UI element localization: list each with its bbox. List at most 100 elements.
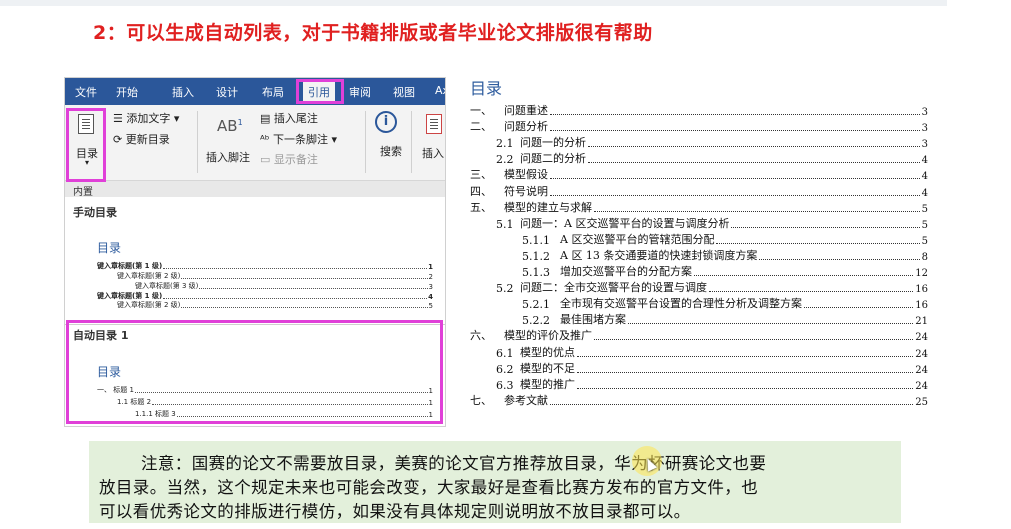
toc-leader-dots [716,242,920,244]
toc-entry-page: 16 [915,284,928,296]
toc-entry-number: 5.1 [496,217,514,231]
tab-file[interactable]: 文件 [75,84,97,100]
toc-entry-page: 5 [921,219,928,231]
toc-entry-page: 21 [915,316,928,328]
manual-toc-line[interactable]: 键入章标题(第 1 级) 4 [97,291,433,301]
toc-entry-text: A 区 13 条交通要道的快速封锁调度方案 [560,248,758,262]
toc-entry-page: 3 [921,139,928,151]
toc-entry[interactable]: 5.1 问题一：A 区交巡警平台的设置与调度分析 5 [496,217,928,231]
toc-entry-page: 4 [921,171,928,183]
toc-entry[interactable]: 6.3 模型的推广 24 [496,378,928,392]
toc-entry-text: 模型的推广 [520,377,575,391]
toc-entry[interactable]: 5.2.1 全市现有交巡警平台设置的合理性分析及调整方案 16 [522,297,928,311]
toc-entry[interactable]: 2.2 问题二的分析 4 [496,152,928,166]
toc-entry-text: 全市现有交巡警平台设置的合理性分析及调整方案 [560,297,802,311]
insert-footnote-button[interactable]: 插入脚注 [206,149,250,165]
top-band [0,0,947,6]
toc-leader-dots [550,178,920,180]
ribbon-body: 目录 ▾ ☰ 添加文字 ▾ ⟳ 更新目录 AB1 插入脚注 ▤ 插入尾注 ᴬᵇ … [65,105,445,181]
toc-entry-text: 问题二的分析 [520,152,586,166]
tab-view[interactable]: 视图 [393,84,415,100]
toc-entry-text: 模型假设 [504,168,548,182]
toc-entry-number: 六、 [470,329,492,343]
manual-toc-line[interactable]: 键入章标题(第 1 级) 1 [97,261,433,271]
toc-leader-dots [759,258,920,260]
toc-leader-dots [628,323,914,325]
toc-leader-dots [731,226,920,228]
toc-entry-page: 25 [915,396,928,408]
toc-entry-number: 2.2 [496,153,514,167]
toc-entry-number: 三、 [470,168,492,182]
toc-entry-page: 16 [915,300,928,312]
tab-more[interactable]: Ax [435,84,445,97]
manual-toc-line[interactable]: 键入章标题(第 2 级) 2 [117,271,433,281]
toc-entry-page: 3 [921,107,928,118]
toc-leader-dots [588,146,920,148]
toc-entry-number: 二、 [470,120,492,134]
manual-toc-title[interactable]: 手动目录 [73,204,117,220]
toc-entry-page: 24 [915,332,928,344]
toc-entry[interactable]: 5.1.3 增加交巡警平台的分配方案 12 [522,265,928,279]
insert-citation-button[interactable]: 插入 [422,145,444,161]
toc-entry[interactable]: 2.1 问题一的分析 3 [496,136,928,150]
toc-leader-dots [550,194,920,196]
manual-toc-line[interactable]: 键入章标题(第 3 级) 3 [135,281,433,291]
toc-entry-number: 6.1 [496,346,514,360]
ribbon-separator [411,111,412,173]
toc-entry[interactable]: 七、 参考文献 25 [470,394,928,408]
tab-home[interactable]: 开始 [116,84,138,100]
toc-entry[interactable]: 六、 模型的评价及推广 24 [470,329,928,343]
toc-entry[interactable]: 5.2 问题二：全市交巡警平台的设置与调度 16 [496,281,928,295]
manual-toc-line[interactable]: 键入章标题(第 2 级) 5 [117,301,433,310]
toc-entry-text: 问题重述 [504,104,548,117]
tab-layout[interactable]: 布局 [262,84,284,100]
toc-entry-number: 5.1.2 [522,249,550,263]
toc-entry[interactable]: 一、 问题重述 3 [470,104,928,118]
tab-design[interactable]: 设计 [216,84,238,100]
manual-toc-heading: 目录 [97,241,122,255]
search-button[interactable]: 搜索 [380,143,402,159]
toc-entry-number: 6.2 [496,362,514,376]
note-line-1: 注意：国赛的论文不需要放目录，美赛的论文官方推荐放目录，华为杯研赛论文也要 [141,454,767,473]
toc-entry-text: 问题一：A 区交巡警平台的设置与调度分析 [520,216,730,230]
toc-entry[interactable]: 5.2.2 最佳围堵方案 21 [522,313,928,327]
toc-entry-page: 24 [915,364,928,376]
toc-entry-page: 24 [915,348,928,360]
toc-entry[interactable]: 6.2 模型的不足 24 [496,362,928,376]
toc-entry-text: 模型的建立与求解 [504,200,592,214]
note-line-2: 放目录。当然，这个规定未来也可能会改变，大家最好是查看比赛方发布的官方文件，也 [99,478,759,497]
toc-entry-text: 问题分析 [504,120,548,134]
toc-entry-page: 12 [915,268,928,279]
toc-entry[interactable]: 二、 问题分析 3 [470,120,928,134]
toc-entry-number: 6.3 [496,378,514,392]
toc-entry[interactable]: 5.1.2 A 区 13 条交通要道的快速封锁调度方案 8 [522,249,928,263]
toc-entry[interactable]: 5.1.1 A 区交巡警平台的管辖范围分配 5 [522,233,928,247]
toc-leader-dots [577,355,914,357]
slide-heading: 2：可以生成自动列表，对于书籍排版或者毕业论文排版很有帮助 [93,22,653,44]
toc-entry-text: 模型的评价及推广 [504,329,592,343]
ribbon-tab-bar: 文件 开始 插入 设计 布局 引用 审阅 视图 Ax [65,78,445,105]
toc-entry[interactable]: 6.1 模型的优点 24 [496,346,928,360]
toc-leader-dots [550,114,920,115]
toc-entry[interactable]: 五、 模型的建立与求解 5 [470,201,928,215]
toc-entry[interactable]: 四、 符号说明 4 [470,185,928,199]
toc-entry-page: 5 [921,203,928,215]
next-footnote-button[interactable]: ᴬᵇ 下一条脚注 ▾ [260,131,337,147]
toc-entry-number: 5.1.1 [522,233,550,247]
toc-entry-text: 问题一的分析 [520,136,586,150]
toc-entry[interactable]: 三、 模型假设 4 [470,168,928,182]
toc-button-highlight [66,108,106,182]
toc-entry-number: 5.2.1 [522,298,550,312]
insert-endnote-button[interactable]: ▤ 插入尾注 [260,110,318,126]
show-notes-button[interactable]: ▭ 显示备注 [260,151,318,167]
add-text-button[interactable]: ☰ 添加文字 ▾ [113,110,179,126]
tab-insert[interactable]: 插入 [172,84,194,100]
toc-entry-number: 5.1.3 [522,266,550,279]
toc-entry-text: 增加交巡警平台的分配方案 [560,265,692,278]
update-toc-button[interactable]: ⟳ 更新目录 [113,131,170,147]
tab-review[interactable]: 审阅 [349,84,371,100]
footnote-icon: AB1 [217,117,243,135]
toc-entry-text: 模型的优点 [520,345,575,359]
ribbon-separator [365,111,366,173]
toc-title: 目录 [470,79,503,98]
